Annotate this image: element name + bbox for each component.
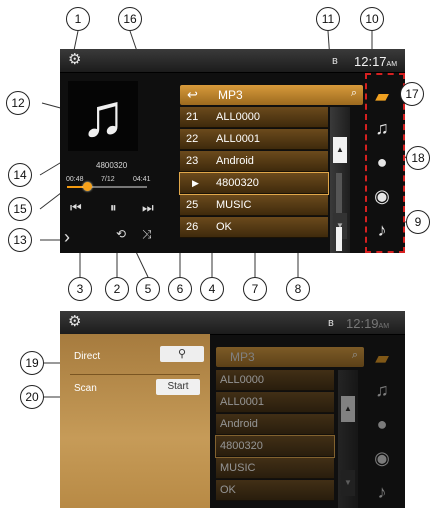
search-icon[interactable]: ⌕ xyxy=(352,349,358,362)
list-item[interactable]: 25 MUSIC xyxy=(180,195,328,216)
folder-title: MP3 xyxy=(230,350,255,364)
direct-search-button[interactable]: ⚲ xyxy=(160,346,204,362)
callout-5: 5 xyxy=(136,277,160,301)
status-bar: ⚙ ʙ 12:19AM xyxy=(60,311,405,335)
next-track-icon[interactable]: ⏭ xyxy=(142,201,154,215)
playlist-header: ↩ MP3 ⌕ xyxy=(180,85,363,105)
list-item[interactable]: 22 ALL0001 xyxy=(180,129,328,150)
shuffle-icon[interactable]: ⤨ xyxy=(142,227,152,241)
direct-label: Direct xyxy=(74,351,101,362)
now-playing-title: 4800320 xyxy=(96,161,128,170)
progress-knob[interactable] xyxy=(82,182,92,191)
callout-4: 4 xyxy=(200,277,224,301)
callout-11: 11 xyxy=(316,7,340,31)
folder-icon[interactable]: ▰ xyxy=(368,83,396,109)
list-item[interactable]: 23 Android xyxy=(180,151,328,172)
album-art: ♫ xyxy=(68,81,138,151)
time-elapsed: 00:48 xyxy=(66,176,84,183)
callout-2: 2 xyxy=(105,277,129,301)
callout-1: 1 xyxy=(66,7,90,31)
callout-9: 9 xyxy=(406,210,430,234)
list-item[interactable]: 26 OK xyxy=(180,217,328,238)
search-panel: Direct ⚲ Scan Start xyxy=(60,334,210,508)
artist-icon[interactable]: ● xyxy=(368,149,396,175)
music-player-screen: ⚙ ʙ 12:17AM ♫ 4800320 00:48 7/12 04:41 ⏮… xyxy=(60,49,405,253)
genre-guitar-icon[interactable]: ♪ xyxy=(368,479,396,505)
callout-19: 19 xyxy=(20,351,44,375)
callout-14: 14 xyxy=(8,163,32,187)
list-item-playing[interactable]: ▶ 4800320 xyxy=(179,172,329,195)
playlist-header: MP3 ⌕ xyxy=(216,347,364,367)
callout-3: 3 xyxy=(68,277,92,301)
list-item[interactable]: MUSIC xyxy=(216,458,334,479)
music-note-icon[interactable]: ♫ xyxy=(368,115,396,141)
callout-18: 18 xyxy=(406,146,430,170)
back-arrow-icon[interactable]: › xyxy=(64,228,70,246)
status-bar: ⚙ ʙ 12:17AM xyxy=(60,49,405,73)
callout-17: 17 xyxy=(400,82,424,106)
return-icon[interactable]: ↩ xyxy=(187,87,198,103)
scan-label: Scan xyxy=(74,383,97,394)
callout-6: 6 xyxy=(168,277,192,301)
playing-indicator-icon: ▶ xyxy=(192,178,199,188)
bluetooth-icon: ʙ xyxy=(328,317,334,329)
scroll-track xyxy=(336,173,342,213)
scroll-down-button[interactable]: ▼ xyxy=(341,470,355,496)
callout-12: 12 xyxy=(6,91,30,115)
music-note-icon: ♫ xyxy=(80,82,126,149)
search-screen: ⚙ ʙ 12:19AM Direct ⚲ Scan Start MP3 ⌕ AL… xyxy=(60,311,405,508)
callout-13: 13 xyxy=(8,228,32,252)
folder-title: MP3 xyxy=(218,88,243,102)
search-icon[interactable]: ⌕ xyxy=(351,87,357,100)
list-item[interactable]: ALL0001 xyxy=(216,392,334,413)
album-disc-icon[interactable]: ◉ xyxy=(368,445,396,471)
callout-16: 16 xyxy=(118,7,142,31)
genre-guitar-icon[interactable]: ♪ xyxy=(368,217,396,243)
list-item[interactable]: OK xyxy=(216,480,334,501)
clock: 12:19AM xyxy=(346,316,390,331)
pause-icon[interactable]: ⏸ xyxy=(110,201,117,215)
callout-10: 10 xyxy=(360,7,384,31)
gear-icon[interactable]: ⚙ xyxy=(68,52,84,68)
list-item[interactable]: ALL0000 xyxy=(216,370,334,391)
callout-20: 20 xyxy=(20,385,44,409)
gear-icon[interactable]: ⚙ xyxy=(68,314,84,330)
folder-icon[interactable]: ▰ xyxy=(368,345,396,371)
progress-bar[interactable] xyxy=(67,186,147,188)
list-item-playing[interactable]: 4800320 xyxy=(215,435,335,458)
callout-15: 15 xyxy=(8,197,32,221)
search-icon: ⚲ xyxy=(177,348,187,360)
music-note-icon[interactable]: ♫ xyxy=(368,377,396,403)
previous-track-icon[interactable]: ⏮ xyxy=(70,201,82,215)
album-disc-icon[interactable]: ◉ xyxy=(368,183,396,209)
list-item[interactable]: Android xyxy=(216,414,334,435)
callout-7: 7 xyxy=(243,277,267,301)
scroll-up-button[interactable]: ▲ xyxy=(333,137,347,163)
scrollbar[interactable]: ▲ ▼ xyxy=(330,107,350,253)
clock: 12:17AM xyxy=(354,54,398,69)
scan-start-button[interactable]: Start xyxy=(156,379,200,395)
callout-8: 8 xyxy=(286,277,310,301)
scrollbar[interactable]: ▲ ▼ xyxy=(338,370,358,508)
bluetooth-icon: ʙ xyxy=(332,55,338,67)
divider xyxy=(70,374,200,375)
track-count: 7/12 xyxy=(101,176,115,183)
artist-icon[interactable]: ● xyxy=(368,411,396,437)
scroll-up-button[interactable]: ▲ xyxy=(341,396,355,422)
list-item[interactable]: 21 ALL0000 xyxy=(180,107,328,128)
repeat-icon[interactable]: ⟲ xyxy=(116,227,126,241)
time-total: 04:41 xyxy=(133,176,151,183)
scroll-thumb[interactable] xyxy=(336,227,342,251)
